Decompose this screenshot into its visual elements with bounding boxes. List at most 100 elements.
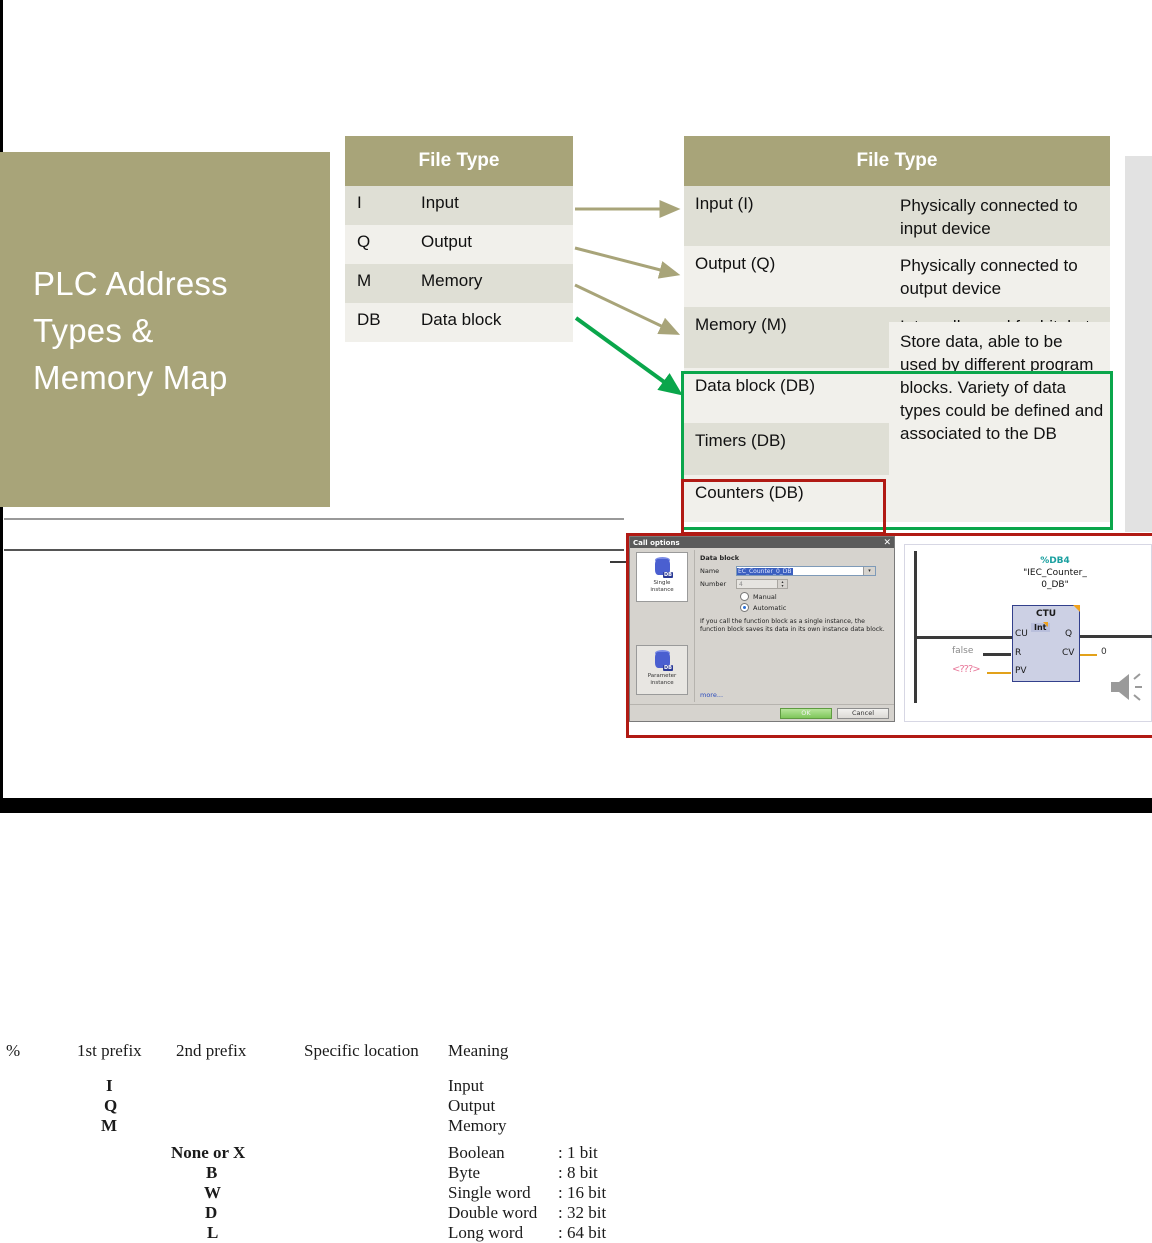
ref-first-prefix-meaning: Input — [448, 1076, 484, 1095]
ctu-pin-r: R — [1015, 648, 1022, 658]
ref-first-prefix-meaning: Memory — [448, 1116, 507, 1135]
type-corner-marker-icon — [1043, 622, 1048, 627]
dialog-title-bar: Call options ✕ — [630, 537, 894, 548]
file-type-code: M — [345, 264, 409, 303]
ref-first-prefix-symbol: Q — [104, 1096, 118, 1115]
ref-first-prefix-symbol: I — [106, 1076, 113, 1095]
ladder-canvas: %DB4 "IEC_Counter_ 0_DB" CTU Int CU R PV… — [904, 544, 1152, 722]
ref-second-prefix-size: : 1 bit — [558, 1143, 598, 1162]
data-block-section-title: Data block — [700, 554, 740, 562]
table-row: Input (I) Physically connected to input … — [684, 186, 1110, 246]
call-options-dialog[interactable]: Call options ✕ DB Single instance DB Par… — [629, 536, 895, 722]
page-title-line-1: PLC Address — [33, 265, 228, 302]
number-input-value: 4 — [739, 580, 743, 588]
ok-button[interactable]: OK — [780, 707, 832, 719]
spinner-icon[interactable]: ▴ ▾ — [777, 580, 787, 588]
table-row: DB Data block — [345, 303, 573, 342]
ref-second-prefix-size: : 8 bit — [558, 1163, 598, 1182]
dialog-body: DB Single instance DB Parameter instance — [630, 548, 894, 704]
ref-second-prefix-symbol: L — [207, 1223, 219, 1242]
ref-second-prefix-symbol: None or X — [171, 1143, 246, 1162]
single-instance-option[interactable]: DB Single instance — [636, 552, 688, 602]
file-type-detail-table: File Type Input (I) Physically connected… — [684, 136, 1110, 522]
ref-second-prefix-meaning: Double word — [448, 1203, 538, 1222]
radio-automatic-icon[interactable] — [740, 603, 749, 612]
ctu-db-name-line1: "IEC_Counter_ — [1023, 568, 1087, 578]
ref-second-prefix-size: : 16 bit — [558, 1183, 607, 1202]
ref-second-prefix-symbol: W — [204, 1183, 221, 1202]
ref-second-prefix-size: : 32 bit — [558, 1203, 607, 1222]
ref-second-prefix-meaning: Long word — [448, 1223, 524, 1242]
detail-table-header: File Type — [684, 136, 1110, 186]
ctu-r-value: false — [952, 646, 974, 656]
dialog-instance-options: DB Single instance DB Parameter instance — [632, 550, 692, 702]
database-cylinder-arrows-icon: DB — [651, 649, 673, 671]
name-label: Name — [700, 567, 720, 575]
page-title-line-2: Types & — [33, 312, 154, 349]
ctu-pin-cu: CU — [1015, 629, 1028, 639]
ctu-db-label: %DB4 "IEC_Counter_ 0_DB" — [1010, 555, 1100, 591]
number-field-row: Number 4 ▴ ▾ — [700, 579, 887, 589]
file-type-table: File Type I Input Q Output M Memory DB D… — [345, 136, 573, 342]
table-row: Counters (DB) — [684, 475, 1110, 522]
detail-type: Timers (DB) — [684, 423, 889, 475]
cancel-button[interactable]: Cancel — [837, 707, 889, 719]
power-rail — [914, 551, 917, 703]
parameter-instance-label: Parameter instance — [648, 673, 677, 687]
number-input[interactable]: 4 ▴ ▾ — [736, 579, 788, 589]
rung-wire — [914, 636, 1012, 639]
name-input[interactable]: EC_Counter_0_DB ▾ — [736, 566, 876, 576]
ctu-block-name: CTU — [1035, 609, 1057, 619]
radio-manual-row[interactable]: Manual — [740, 592, 887, 601]
detail-type: Input (I) — [684, 186, 889, 246]
detail-desc: Physically connected to output device — [889, 246, 1110, 307]
ref-header-percent: % — [6, 1041, 21, 1060]
ctu-cv-wire — [1080, 654, 1097, 656]
ref-rule-mid — [4, 549, 624, 551]
more-link[interactable]: more... — [700, 691, 723, 699]
ctu-cv-value: 0 — [1101, 647, 1107, 657]
right-side-panel — [1125, 156, 1152, 532]
file-type-name: Output — [409, 225, 573, 264]
dialog-help-text: If you call the function block as a sing… — [700, 618, 885, 633]
radio-manual-icon[interactable] — [740, 592, 749, 601]
file-type-code: I — [345, 186, 409, 225]
table-row: M Memory — [345, 264, 573, 303]
ref-first-prefix-meaning: Output — [448, 1096, 496, 1115]
chevron-down-icon[interactable]: ▾ — [863, 567, 875, 575]
detail-desc: Physically connected to input device — [889, 186, 1110, 246]
ctu-db-number: %DB4 — [1040, 556, 1070, 566]
file-type-code: Q — [345, 225, 409, 264]
db-badge: DB — [663, 572, 673, 578]
page-title-line-3: Memory Map — [33, 359, 228, 396]
detail-type: Data block (DB) — [684, 368, 889, 423]
arrow-output — [574, 246, 681, 279]
ref-header-meaning: Meaning — [448, 1041, 509, 1060]
ctu-pv-wire — [987, 672, 1011, 674]
parameter-instance-option[interactable]: DB Parameter instance — [636, 645, 688, 695]
radio-manual-label: Manual — [753, 592, 777, 601]
file-type-table-header: File Type — [345, 136, 573, 186]
ref-header-2nd: 2nd prefix — [176, 1041, 247, 1060]
radio-automatic-label: Automatic — [753, 603, 787, 612]
ref-second-prefix-meaning: Byte — [448, 1163, 481, 1182]
close-icon[interactable]: ✕ — [883, 538, 891, 548]
ref-second-prefix-size: : 64 bit — [558, 1223, 607, 1242]
file-type-name: Data block — [409, 303, 573, 342]
table-row: Output (Q) Physically connected to outpu… — [684, 246, 1110, 307]
ref-first-prefix-symbol: M — [101, 1116, 118, 1135]
arrow-datablock — [574, 316, 683, 396]
ctu-pin-q: Q — [1065, 629, 1073, 639]
name-field-row: Name EC_Counter_0_DB ▾ — [700, 566, 887, 576]
name-input-value: EC_Counter_0_DB — [737, 567, 793, 575]
detail-type: Output (Q) — [684, 246, 889, 307]
table-row: Q Output — [345, 225, 573, 264]
title-block: PLC Address Types & Memory Map — [0, 152, 330, 507]
ctu-q-wire — [1080, 635, 1152, 638]
radio-automatic-row[interactable]: Automatic — [740, 603, 887, 612]
ctu-pin-pv: PV — [1015, 666, 1027, 676]
slide-bottom-bar — [0, 798, 1152, 813]
file-type-name: Input — [409, 186, 573, 225]
ref-header-location: Specific location — [304, 1041, 419, 1060]
dialog-title: Call options — [633, 538, 680, 547]
